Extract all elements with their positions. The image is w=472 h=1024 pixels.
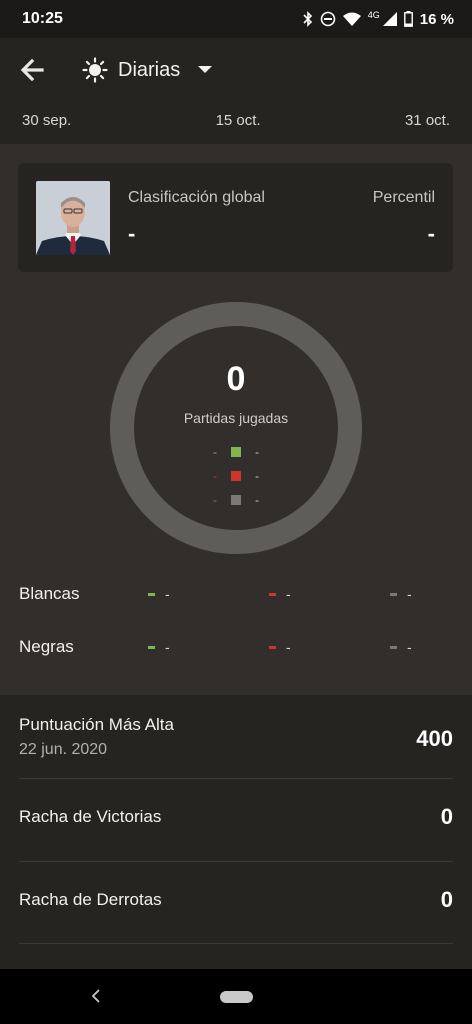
black-stats-row: Negras - - -	[0, 632, 472, 662]
percentile-label: Percentil	[372, 189, 435, 206]
status-icons: 4G 16 %	[303, 10, 454, 28]
nav-back-button[interactable]	[86, 985, 106, 1007]
games-played-count: 0	[226, 360, 246, 398]
legend-loss-value: -	[213, 469, 217, 483]
global-ranking-label: Clasificación global	[128, 189, 265, 206]
chevron-left-icon	[91, 989, 100, 1003]
black-losses: -	[269, 639, 291, 655]
loss-streak-value: 0	[440, 887, 453, 912]
avatar	[36, 181, 110, 255]
nav-home-button[interactable]	[220, 991, 253, 1003]
bluetooth-icon	[303, 11, 313, 27]
wifi-icon	[342, 12, 361, 26]
draw-mark-icon	[390, 645, 397, 649]
legend-win-count: -	[255, 445, 259, 459]
arrow-left-icon	[20, 59, 44, 81]
loss-streak-label: Racha de Derrotas	[19, 890, 162, 909]
divider	[19, 943, 453, 944]
legend-draws: - -	[206, 488, 266, 512]
period-label: Diarias	[118, 58, 181, 81]
system-nav-bar	[0, 969, 472, 1024]
black-draws-value: -	[407, 639, 412, 655]
records-list: Puntuación Más Alta 22 jun. 2020 400 Rac…	[0, 695, 472, 969]
games-ring	[110, 302, 362, 554]
black-draws: -	[390, 639, 412, 655]
percentile-value: -	[427, 221, 435, 246]
draw-square-icon	[231, 495, 241, 505]
draw-mark-icon	[390, 592, 397, 596]
app-header: Diarias 30 sep. 15 oct. 31 oct.	[0, 38, 472, 144]
black-label: Negras	[19, 637, 74, 656]
black-losses-value: -	[286, 639, 291, 655]
date-middle: 15 oct.	[215, 112, 261, 129]
battery-icon	[403, 11, 413, 27]
white-label: Blancas	[19, 584, 80, 603]
loss-streak-row[interactable]: Racha de Derrotas 0	[0, 862, 472, 944]
white-stats-row: Blancas - - -	[0, 579, 472, 609]
white-wins: -	[148, 586, 170, 602]
legend-loss-count: -	[255, 469, 259, 483]
white-losses: -	[269, 586, 291, 602]
highest-rating-row[interactable]: Puntuación Más Alta 22 jun. 2020 400	[0, 695, 472, 778]
win-streak-row[interactable]: Racha de Victorias 0	[0, 779, 472, 861]
legend-draw-value: -	[213, 493, 217, 507]
dropdown-icon	[198, 66, 213, 73]
do-not-disturb-icon	[320, 11, 336, 27]
legend-win-value: -	[213, 445, 217, 459]
games-played-label: Partidas jugadas	[183, 410, 289, 426]
win-mark-icon	[148, 645, 155, 649]
loss-mark-icon	[269, 592, 276, 596]
ranking-card[interactable]: Clasificación global - Percentil -	[18, 163, 453, 272]
date-end: 31 oct.	[404, 112, 450, 129]
win-streak-value: 0	[440, 804, 453, 829]
global-ranking-value: -	[128, 221, 136, 246]
stats-panel: Clasificación global - Percentil - 0 Par…	[0, 144, 472, 695]
back-button[interactable]	[14, 52, 50, 88]
white-draws-value: -	[407, 586, 412, 602]
games-legend: - - - - - -	[206, 440, 266, 512]
date-axis: 30 sep. 15 oct. 31 oct.	[22, 112, 450, 129]
highest-rating-value: 400	[416, 726, 453, 751]
legend-wins: - -	[206, 440, 266, 464]
status-time: 10:25	[22, 10, 63, 27]
highest-rating-date: 22 jun. 2020	[19, 741, 108, 758]
battery-percent: 16 %	[419, 10, 454, 28]
loss-mark-icon	[269, 645, 276, 649]
status-bar: 10:25 4G 16 %	[0, 0, 472, 38]
highest-rating-label: Puntuación Más Alta	[19, 715, 174, 734]
white-losses-value: -	[286, 586, 291, 602]
signal-icon	[382, 12, 397, 26]
network-type: 4G	[367, 10, 380, 20]
black-wins-value: -	[165, 639, 170, 655]
legend-draw-count: -	[255, 493, 259, 507]
win-streak-label: Racha de Victorias	[19, 807, 162, 826]
loss-square-icon	[231, 471, 241, 481]
legend-losses: - -	[206, 464, 266, 488]
sun-icon	[82, 57, 108, 83]
white-wins-value: -	[165, 586, 170, 602]
date-start: 30 sep.	[22, 112, 72, 129]
period-selector[interactable]: Diarias	[82, 54, 213, 86]
white-draws: -	[390, 586, 412, 602]
black-wins: -	[148, 639, 170, 655]
win-mark-icon	[148, 592, 155, 596]
win-square-icon	[231, 447, 241, 457]
